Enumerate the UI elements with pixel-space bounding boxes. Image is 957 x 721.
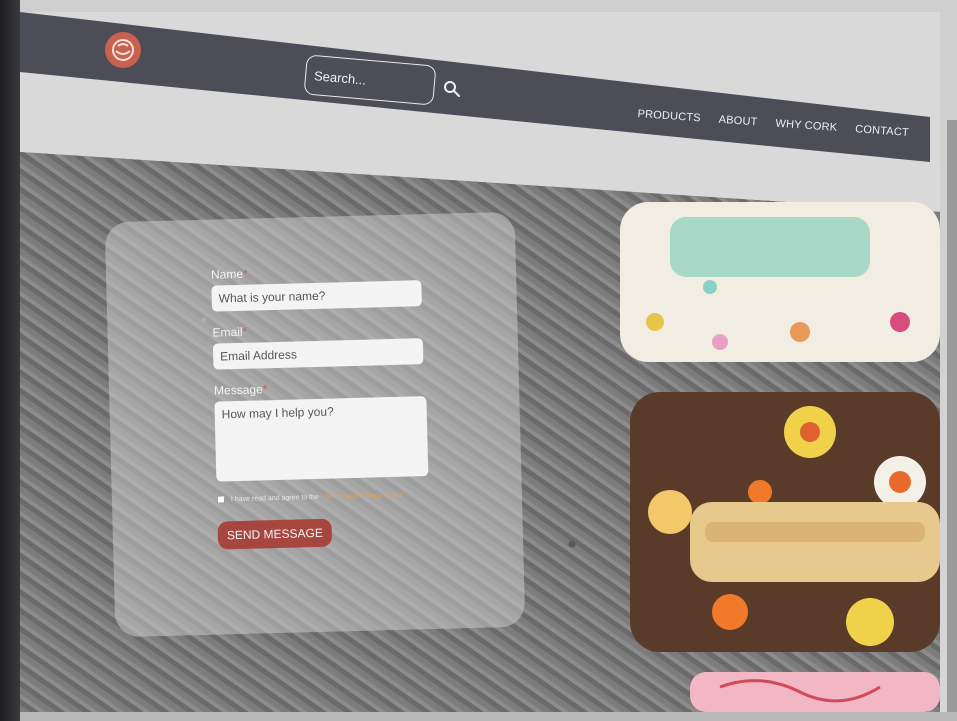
search-icon[interactable]	[443, 80, 461, 98]
name-placeholder: What is your name?	[218, 288, 326, 306]
webpage: Search... PRODUCTS ABOUT WHY CORK CONTAC…	[20, 12, 940, 712]
name-label: Name*	[210, 266, 248, 282]
required-mark: *	[262, 382, 268, 397]
message-label: Message*	[213, 382, 268, 398]
adjacent-window-edge	[947, 120, 957, 720]
email-field[interactable]: Email Address	[212, 338, 424, 370]
terms-checkbox[interactable]	[216, 495, 226, 504]
message-placeholder: How may I help you?	[221, 404, 334, 422]
message-textarea[interactable]: How may I help you?	[214, 396, 429, 482]
product-bags-image	[620, 202, 940, 712]
terms-link[interactable]: Terms and Privacy Policy	[325, 491, 403, 500]
contact-form-card: Name* What is your name? Email* Email Ad…	[104, 211, 526, 638]
name-field[interactable]: What is your name?	[211, 280, 422, 312]
send-message-button[interactable]: SEND MESSAGE	[217, 518, 333, 550]
email-label: Email*	[212, 324, 248, 340]
bottom-strip	[20, 712, 957, 721]
logo-icon[interactable]	[105, 32, 141, 68]
logo-mark-icon	[112, 39, 134, 61]
email-placeholder: Email Address	[220, 347, 298, 364]
window-edge	[0, 0, 20, 721]
agree-text: I have read and agree to the	[230, 493, 319, 503]
contact-form: Name* What is your name? Email* Email Ad…	[211, 262, 433, 550]
search-placeholder: Search...	[313, 67, 367, 88]
terms-agreement: I have read and agree to the Terms and P…	[216, 490, 432, 504]
required-mark: *	[242, 266, 248, 281]
required-mark: *	[242, 324, 248, 339]
site-header	[20, 12, 930, 162]
browser-scene: Search... PRODUCTS ABOUT WHY CORK CONTAC…	[0, 0, 957, 721]
